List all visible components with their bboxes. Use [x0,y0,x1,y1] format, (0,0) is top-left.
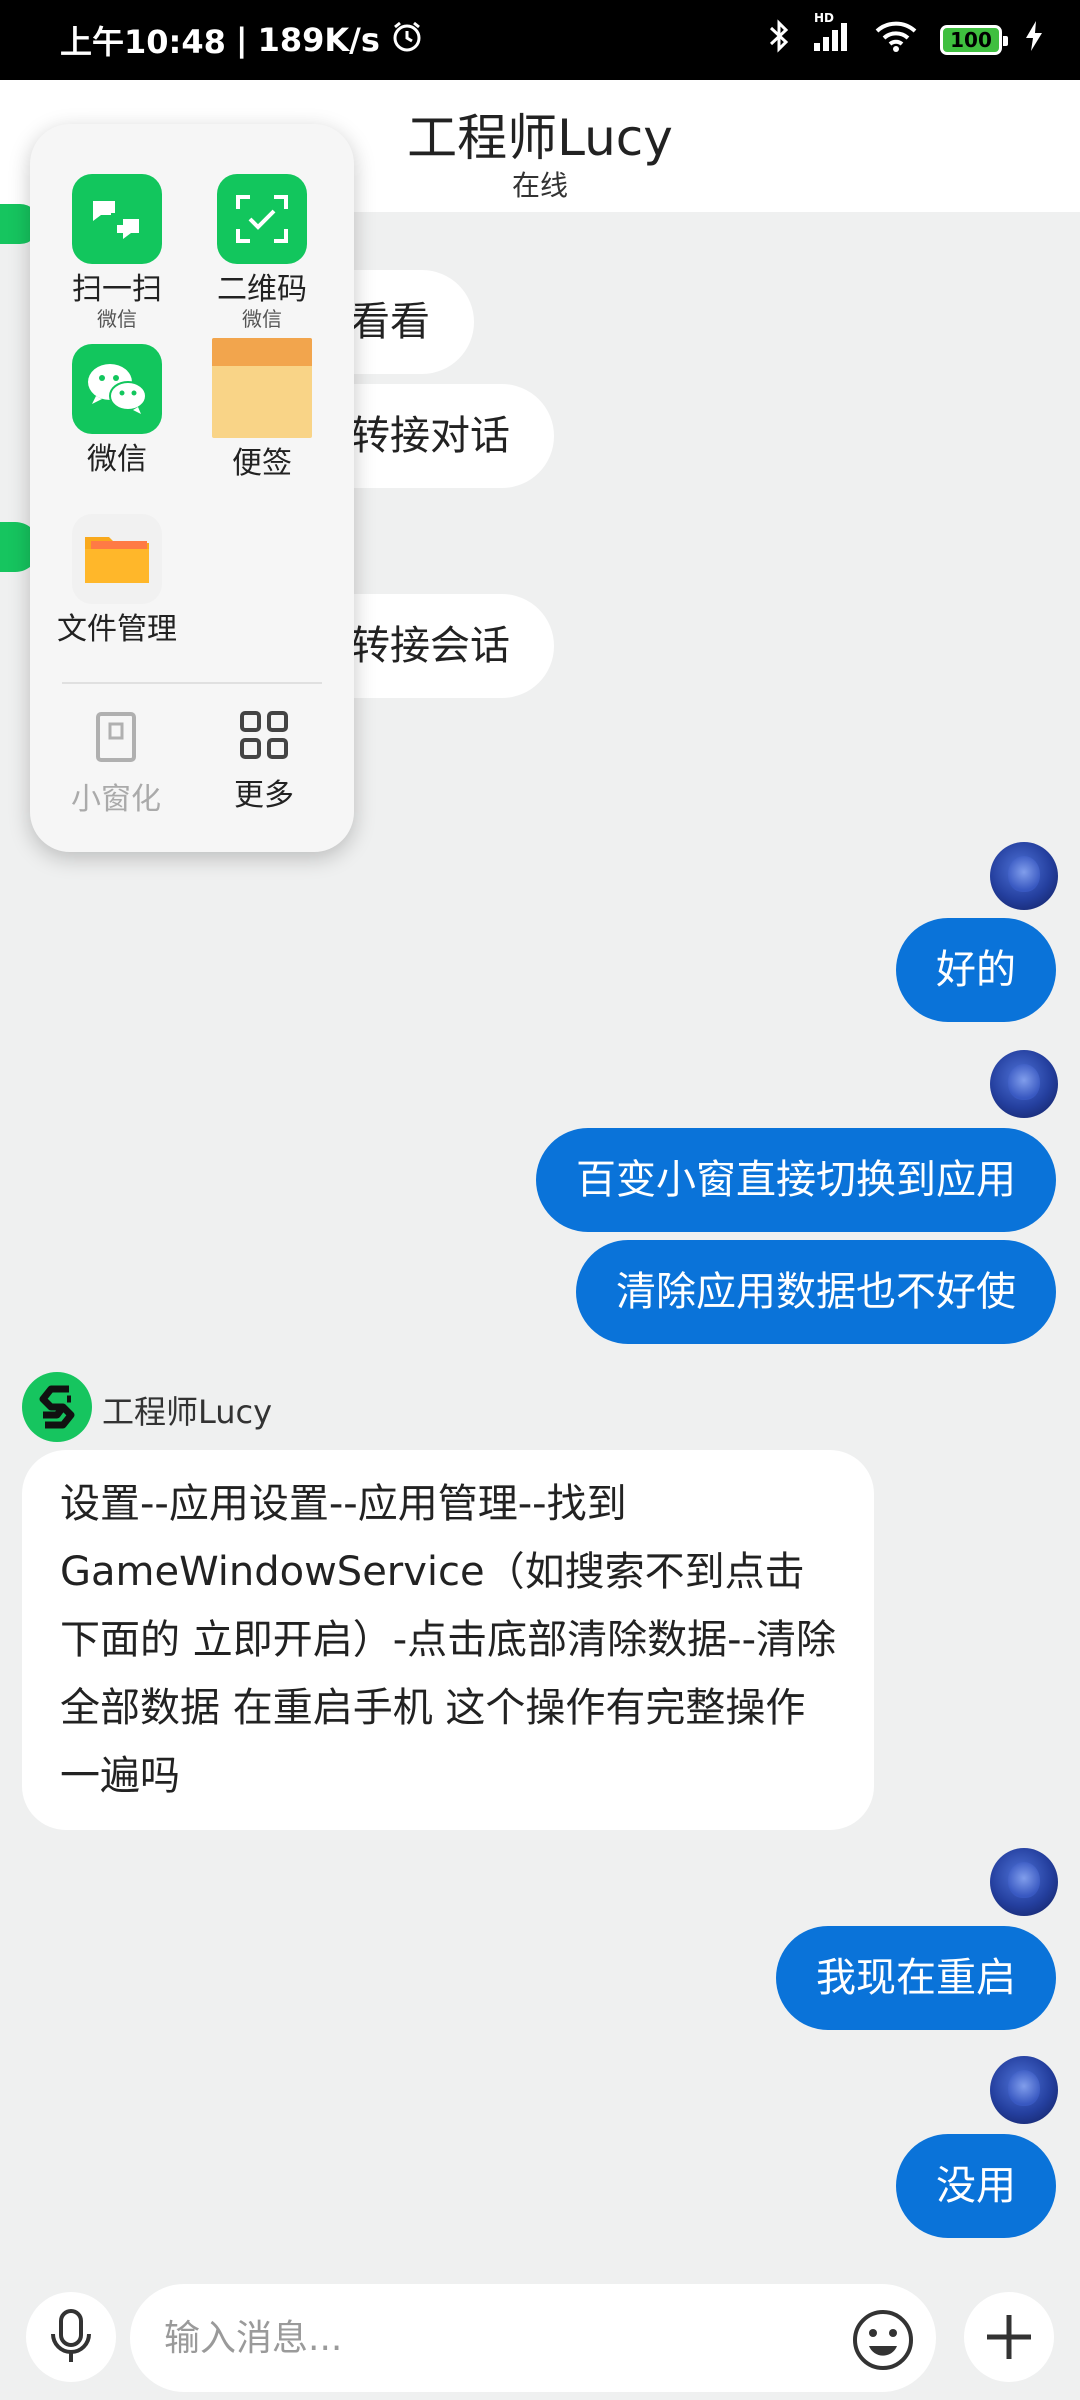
add-attachment-button[interactable] [964,2292,1054,2382]
status-bar: 上午10:48 | 189K/s HD 100 [0,0,1080,80]
charging-icon [1024,20,1044,60]
app-label: 扫一扫 [72,272,162,307]
app-label: 微信 [87,442,147,477]
floating-window-launcher: 扫一扫 微信 二维码 微信 微信 便签 文件管理 小窗化 更多 [30,124,354,852]
agent-name: 工程师Lucy [102,1393,273,1431]
qr-code-icon [217,174,307,264]
alarm-icon [390,19,424,61]
app-sublabel: 微信 [97,307,137,331]
app-sublabel: 微信 [242,307,282,331]
app-label: 文件管理 [57,612,177,647]
popup-divider [62,682,322,684]
tool-label: 小窗化 [71,782,161,817]
user-avatar[interactable] [990,1848,1058,1916]
agent-avatar[interactable] [22,1372,92,1442]
more-button[interactable]: 更多 [204,710,324,814]
wechat-icon [72,344,162,434]
bluetooth-icon [768,18,790,62]
signal-icon: HD [812,11,852,61]
emoji-icon [853,2310,913,2370]
tool-label: 更多 [234,778,294,813]
user-avatar[interactable] [990,1050,1058,1118]
app-label: 便签 [232,446,292,481]
user-message: 没用 [896,2134,1056,2238]
app-wechat[interactable]: 微信 [42,344,192,478]
agent-logo-icon [39,1385,75,1429]
user-message: 百变小窗直接切换到应用 [536,1128,1056,1232]
app-file-manager[interactable]: 文件管理 [42,514,192,648]
microphone-icon [51,2309,91,2362]
user-message: 清除应用数据也不好使 [576,1240,1056,1344]
input-bar [0,2262,1080,2400]
app-scan[interactable]: 扫一扫 微信 [42,174,192,330]
user-message: 好的 [896,918,1056,1022]
user-avatar[interactable] [990,842,1058,910]
message-input[interactable] [130,2284,936,2392]
network-speed: 189K/s [257,21,380,59]
agent-message: 设置--应用设置--应用管理--找到GameWindowService（如搜索不… [22,1450,874,1830]
folder-icon [72,514,162,604]
wifi-icon [874,19,918,61]
small-window-icon [96,712,136,762]
voice-button[interactable] [26,2292,116,2382]
plus-icon [987,2315,1031,2359]
user-message: 我现在重启 [776,1926,1056,2030]
app-qr-code[interactable]: 二维码 微信 [187,174,337,330]
scan-icon [72,174,162,264]
grid-icon [240,711,288,759]
status-left: 上午10:48 | 189K/s [60,17,424,63]
app-label: 二维码 [217,272,307,307]
emoji-button[interactable] [850,2307,916,2373]
clock: 上午10:48 [60,23,226,61]
small-window-button[interactable]: 小窗化 [56,710,176,818]
app-notes[interactable]: 便签 [187,338,337,482]
status-right: HD 100 [768,11,1044,62]
notes-icon [212,338,312,438]
user-avatar[interactable] [990,2056,1058,2124]
separator: | [235,21,248,59]
battery-indicator: 100 [940,25,1008,55]
